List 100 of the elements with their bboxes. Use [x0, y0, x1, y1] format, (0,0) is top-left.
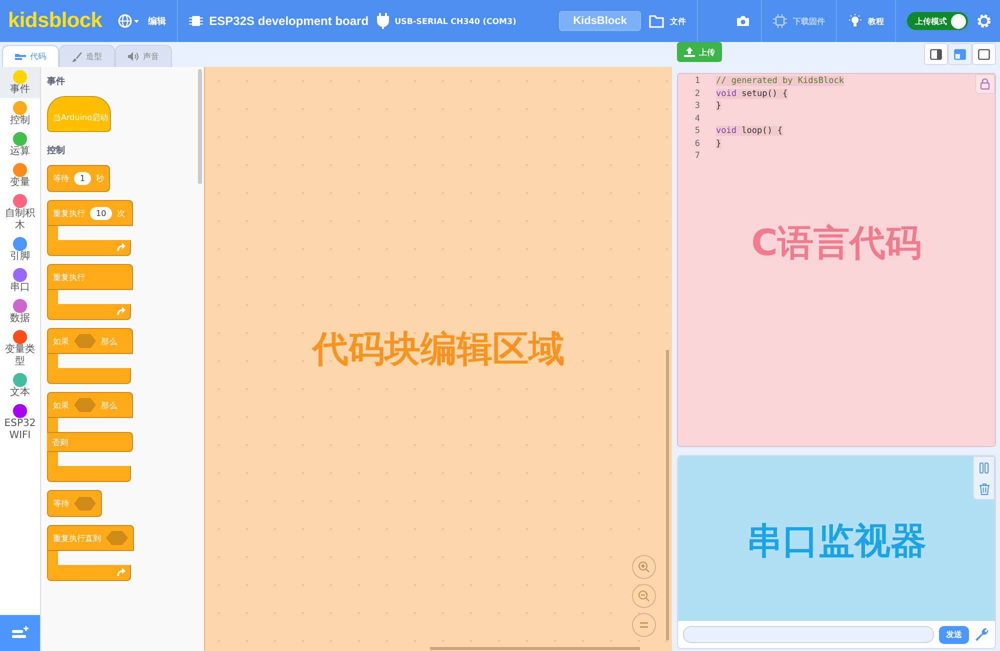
- block-label: 那么: [101, 400, 117, 410]
- condition-slot[interactable]: [74, 398, 96, 412]
- layout-button[interactable]: [924, 43, 948, 65]
- loop-arrow-icon: [117, 243, 126, 252]
- zoom-out-button[interactable]: [632, 584, 656, 608]
- condition-slot[interactable]: [74, 496, 96, 510]
- code-icon: [15, 52, 26, 60]
- canvas-caption: 代码块编辑区域: [312, 328, 564, 372]
- line-number: 4: [694, 114, 700, 124]
- edit-menu[interactable]: 编辑: [148, 14, 166, 28]
- globe-icon: [118, 14, 140, 28]
- category-item[interactable]: 数据: [0, 296, 40, 327]
- category-item[interactable]: 控制: [0, 98, 40, 129]
- line-number: 7: [694, 151, 700, 162]
- block-header[interactable]: 如果 那么: [47, 328, 133, 354]
- scrollbar[interactable]: [666, 350, 669, 640]
- code-block[interactable]: 等待 1 秒: [47, 165, 110, 192]
- zoom-out-icon: [638, 590, 650, 602]
- block-label: 重复执行: [53, 208, 85, 218]
- layout-icon: [978, 48, 990, 60]
- category-item[interactable]: 引脚: [0, 234, 40, 265]
- camera-icon[interactable]: [736, 15, 750, 27]
- category-item[interactable]: 自制积木: [0, 191, 40, 234]
- layout-icon: [954, 48, 966, 60]
- category-item[interactable]: 事件: [0, 67, 40, 98]
- code-block[interactable]: 当Arduino启动: [47, 96, 111, 132]
- block-header[interactable]: 如果 那么: [47, 392, 133, 418]
- category-item[interactable]: 文本: [0, 370, 40, 401]
- loop-arrow-icon: [117, 568, 126, 577]
- number-input[interactable]: 1: [74, 172, 92, 185]
- tab[interactable]: 造型: [59, 45, 115, 67]
- plug-icon: [376, 13, 389, 29]
- line-number: 1: [694, 76, 700, 86]
- block-header[interactable]: 重复执行 10 次: [47, 200, 133, 226]
- lightbulb-icon: [848, 14, 862, 28]
- section-heading: 事件: [47, 75, 65, 88]
- tab[interactable]: 代码: [2, 45, 59, 67]
- extension-icon: [11, 626, 29, 640]
- block-label: 秒: [96, 173, 104, 184]
- category-item[interactable]: 变量: [0, 160, 40, 191]
- block-header[interactable]: 重复执行: [47, 264, 133, 290]
- code-editor[interactable]: 1 // generated by KidsBlock 2 void setup() { 3 } 4 5 void loop() { 6 } 7 C语言代码: [677, 73, 996, 447]
- lock-icon: [980, 78, 990, 90]
- speaker-icon: [128, 52, 139, 61]
- trash-icon: [978, 482, 990, 494]
- chip-icon: [189, 15, 204, 27]
- logo[interactable]: kidsblock: [8, 9, 102, 33]
- line-number: 2: [694, 88, 700, 99]
- pause-icon: [979, 462, 989, 474]
- settings-icon[interactable]: [976, 13, 992, 29]
- send-button[interactable]: 发送: [939, 626, 969, 644]
- tab[interactable]: 声音: [115, 45, 172, 67]
- block-label: 那么: [101, 336, 117, 346]
- file-menu[interactable]: 文件: [649, 14, 686, 28]
- folder-icon: [649, 14, 664, 28]
- board-button[interactable]: ESP32S development board: [189, 14, 369, 28]
- block-label: 等待: [53, 173, 69, 184]
- reset-zoom-button[interactable]: [632, 613, 656, 637]
- block-label: 如果: [53, 400, 69, 410]
- brush-icon: [72, 52, 82, 62]
- port-button[interactable]: USB-SERIAL CH340 (COM3): [376, 13, 516, 29]
- category-item[interactable]: ESP32 WIFI: [0, 401, 40, 444]
- zoom-in-icon: [638, 561, 650, 573]
- code-caption: C语言代码: [750, 222, 923, 266]
- loop-arrow-icon: [117, 307, 126, 316]
- number-input[interactable]: 10: [90, 206, 112, 220]
- category-item[interactable]: 运算: [0, 129, 40, 160]
- block-label: 次: [117, 208, 126, 218]
- block-label: 如果: [53, 336, 69, 346]
- category-item[interactable]: 串口: [0, 265, 40, 296]
- serial-caption: 串口监视器: [746, 520, 926, 564]
- upload-mode-toggle[interactable]: 上传模式: [907, 12, 968, 30]
- block-arm: [47, 354, 58, 368]
- code-block[interactable]: 等待: [47, 490, 102, 517]
- layout-button[interactable]: [972, 43, 996, 65]
- zoom-in-button[interactable]: [632, 555, 656, 579]
- block-label: 等待: [53, 498, 69, 509]
- tutorial-button[interactable]: 教程: [848, 14, 884, 28]
- line-number: 3: [694, 101, 700, 112]
- block-header[interactable]: 重复执行直到: [47, 525, 134, 551]
- wrench-icon[interactable]: [974, 626, 990, 642]
- serial-input-field[interactable]: [683, 626, 934, 643]
- chip-icon: [773, 14, 787, 28]
- project-name-field[interactable]: KidsBlock: [559, 11, 641, 31]
- scrollbar[interactable]: [430, 647, 640, 650]
- condition-slot[interactable]: [106, 531, 128, 545]
- lock-button[interactable]: [975, 74, 995, 94]
- language-button[interactable]: [118, 14, 140, 28]
- layout-icon: [930, 48, 942, 60]
- scrollbar[interactable]: [198, 69, 202, 184]
- add-extension-button[interactable]: [0, 615, 40, 651]
- block-label: 否则: [52, 436, 68, 448]
- line-number: 6: [694, 138, 700, 149]
- category-item[interactable]: 变量类型: [0, 327, 40, 370]
- upload-button[interactable]: 上传: [677, 42, 722, 62]
- block-label: 当Arduino启动: [53, 112, 108, 122]
- condition-slot[interactable]: [74, 334, 96, 348]
- equals-icon: [639, 622, 649, 628]
- block-label: 重复执行: [53, 272, 85, 282]
- line-number: 5: [694, 126, 700, 136]
